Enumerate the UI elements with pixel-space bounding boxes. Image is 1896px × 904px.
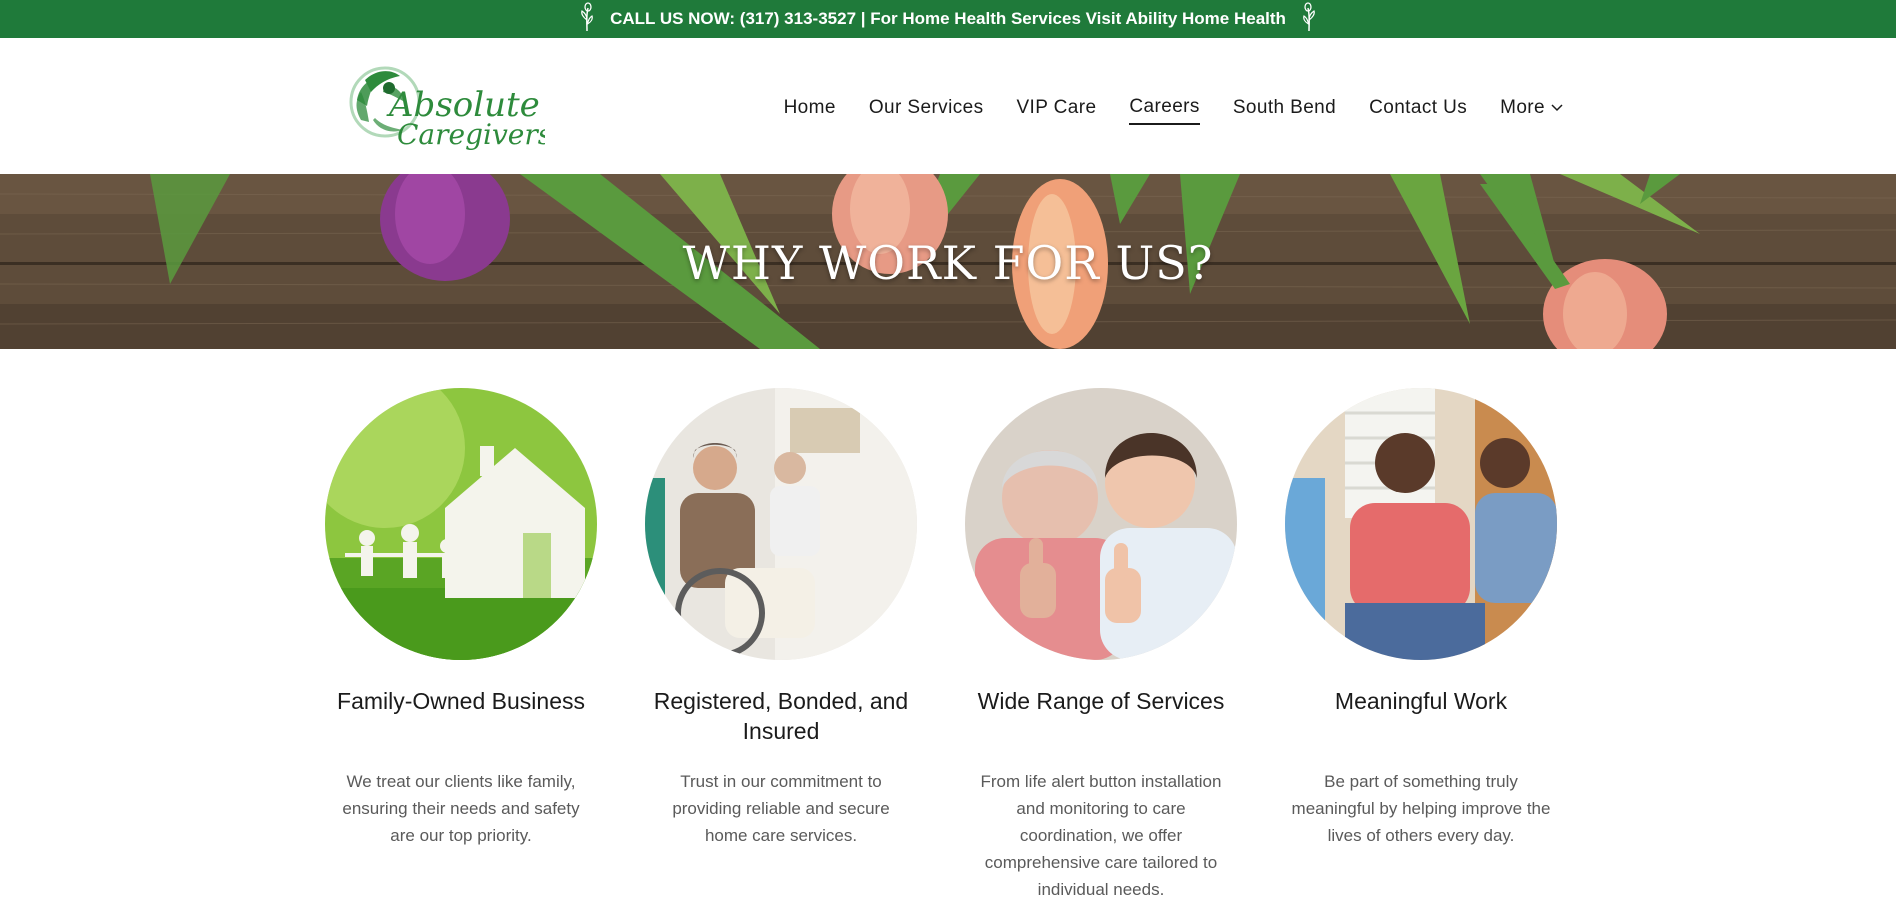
feature-image-wheelchair: [645, 388, 917, 660]
feature-text: Be part of something truly meaningful by…: [1291, 772, 1551, 845]
feature-image-thumbs-up: [965, 388, 1237, 660]
hero-banner: WHY WORK FOR US?: [0, 174, 1896, 349]
nav-contact-us[interactable]: Contact Us: [1369, 97, 1467, 124]
feature-card: Family-Owned Business We treat our clien…: [325, 388, 597, 903]
logo-line2: Caregivers: [397, 118, 545, 151]
nav-our-services[interactable]: Our Services: [869, 97, 984, 124]
feature-text: Trust in our commitment to providing rel…: [672, 772, 890, 845]
hero-title: WHY WORK FOR US?: [682, 236, 1214, 290]
chevron-down-icon: [1551, 104, 1563, 112]
nav-vip-care[interactable]: VIP Care: [1016, 97, 1096, 124]
site-logo[interactable]: Absolute Caregivers: [345, 60, 552, 152]
feature-card: Meaningful Work Be part of something tru…: [1285, 388, 1557, 903]
feature-title: Registered, Bonded, and Insured: [653, 688, 909, 744]
feature-title: Family-Owned Business: [337, 688, 585, 714]
flower-sprig-icon: [1300, 1, 1318, 37]
site-header: Absolute Caregivers Home Our Services VI…: [0, 38, 1896, 174]
nav-home[interactable]: Home: [784, 97, 836, 124]
nav-south-bend[interactable]: South Bend: [1233, 97, 1336, 124]
nav-more[interactable]: More: [1500, 97, 1563, 124]
feature-image-group: [1285, 388, 1557, 660]
feature-title: Wide Range of Services: [977, 688, 1225, 714]
flower-sprig-icon: [578, 1, 596, 37]
feature-card: Registered, Bonded, and Insured Trust in…: [645, 388, 917, 903]
feature-text: From life alert button installation and …: [980, 772, 1222, 899]
feature-text: We treat our clients like family, ensuri…: [342, 772, 580, 845]
main-nav: Home Our Services VIP Care Careers South…: [784, 96, 1563, 125]
features-section: Family-Owned Business We treat our clien…: [325, 388, 1575, 903]
announcement-text[interactable]: CALL US NOW: (317) 313-3527 | For Home H…: [610, 9, 1286, 29]
feature-card: Wide Range of Services From life alert b…: [965, 388, 1237, 903]
announcement-bar: CALL US NOW: (317) 313-3527 | For Home H…: [0, 0, 1896, 38]
feature-image-family: [325, 388, 597, 660]
nav-more-label: More: [1500, 97, 1545, 118]
feature-title: Meaningful Work: [1334, 688, 1508, 714]
nav-careers[interactable]: Careers: [1129, 96, 1200, 125]
